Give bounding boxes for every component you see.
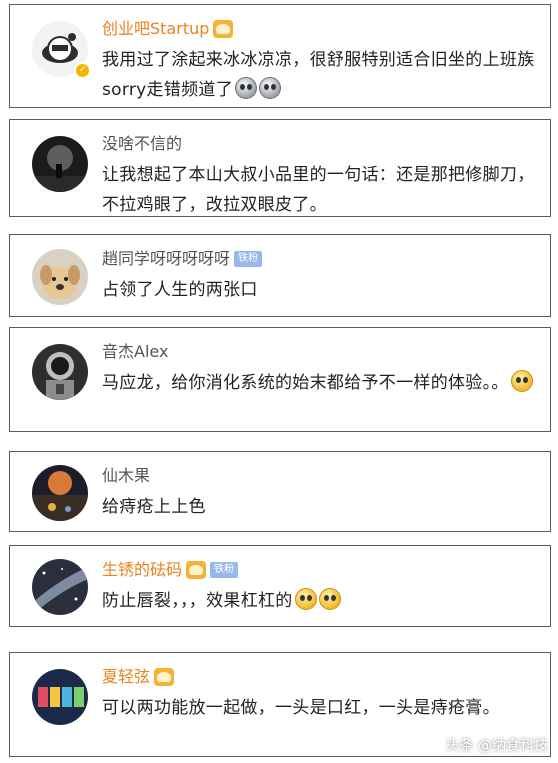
comment-body: 我用过了涂起来冰冰凉凉，很舒服特别适合旧坐的上班族sorry走错频道了 (102, 50, 535, 100)
avatar[interactable] (32, 465, 88, 521)
shocked-face-icon (259, 77, 281, 99)
avatar[interactable] (32, 136, 88, 192)
avatar[interactable] (32, 559, 88, 615)
galaxy-avatar-icon (32, 559, 88, 615)
comment-card: 仙木果 给痔疮上上色 (9, 451, 551, 532)
vip-crown-icon (213, 20, 234, 38)
name-row: 趙同学呀呀呀呀呀 铁粉 (102, 247, 263, 271)
comment-card: 没啥不信的 让我想起了本山大叔小品里的一句话：还是那把修脚刀，不拉鸡眼了，改拉双… (9, 119, 551, 217)
username[interactable]: 创业吧Startup (102, 18, 209, 40)
comment-body: 给痔疮上上色 (102, 497, 206, 517)
comment-text: 可以两功能放一起做，一头是口红，一头是痔疮膏。 (102, 693, 542, 723)
avatar[interactable] (32, 249, 88, 305)
comment-body: 防止唇裂，，，效果杠杠的 (102, 591, 293, 611)
name-row: 夏轻弦 (102, 665, 175, 689)
name-row: 创业吧Startup (102, 17, 234, 41)
vip-crown-icon (154, 668, 175, 686)
username[interactable]: 生锈的砝码 (102, 559, 182, 581)
username[interactable]: 夏轻弦 (102, 666, 150, 688)
username[interactable]: 音杰Alex (102, 341, 168, 363)
avatar[interactable] (32, 344, 88, 400)
comment-body: 可以两功能放一起做，一头是口红，一头是痔疮膏。 (102, 698, 500, 718)
vip-crown-icon (186, 561, 207, 579)
name-row: 生锈的砝码 铁粉 (102, 558, 239, 582)
dog-avatar-icon (32, 249, 88, 305)
night-sky-avatar-icon (32, 136, 88, 192)
comment-body: 占领了人生的两张口 (102, 280, 258, 300)
comment-card: 趙同学呀呀呀呀呀 铁粉 占领了人生的两张口 (9, 234, 551, 317)
year-2015-avatar-icon (32, 669, 88, 725)
watermark: 头条 @纳食科技 (445, 738, 548, 754)
verified-badge-icon: ✓ (74, 62, 91, 79)
comment-card: ✓ 创业吧Startup 我用过了涂起来冰冰凉凉，很舒服特别适合旧坐的上班族so… (9, 4, 551, 108)
fan-badge: 铁粉 (210, 562, 239, 578)
shocked-face-icon (235, 77, 257, 99)
name-row: 没啥不信的 (102, 132, 182, 156)
grin-face-icon (318, 588, 341, 610)
comment-text: 我用过了涂起来冰冰凉凉，很舒服特别适合旧坐的上班族sorry走错频道了 (102, 45, 542, 105)
comment-body: 让我想起了本山大叔小品里的一句话：还是那把修脚刀，不拉鸡眼了，改拉双眼皮了。 (102, 165, 535, 215)
fan-badge: 铁粉 (234, 251, 263, 267)
username[interactable]: 没啥不信的 (102, 133, 182, 155)
comment-card: 音杰Alex 马应龙，给你消化系统的始末都给予不一样的体验。。 (9, 327, 551, 432)
astronaut-avatar-icon (32, 344, 88, 400)
landscape-avatar-icon (32, 465, 88, 521)
comment-text: 给痔疮上上色 (102, 492, 542, 522)
comment-card: 生锈的砝码 铁粉 防止唇裂，，，效果杠杠的 (9, 545, 551, 627)
comment-text: 马应龙，给你消化系统的始末都给予不一样的体验。。 (102, 368, 542, 398)
laugh-cry-face-icon (510, 370, 533, 392)
username[interactable]: 仙木果 (102, 465, 150, 487)
username[interactable]: 趙同学呀呀呀呀呀 (102, 248, 230, 270)
comment-text: 防止唇裂，，，效果杠杠的 (102, 586, 542, 616)
comment-text: 占领了人生的两张口 (102, 275, 542, 305)
name-row: 仙木果 (102, 464, 150, 488)
avatar[interactable] (32, 669, 88, 725)
comment-text: 让我想起了本山大叔小品里的一句话：还是那把修脚刀，不拉鸡眼了，改拉双眼皮了。 (102, 160, 542, 220)
comment-body: 马应龙，给你消化系统的始末都给予不一样的体验。。 (102, 373, 509, 393)
name-row: 音杰Alex (102, 340, 168, 364)
laugh-cry-face-icon (294, 588, 317, 610)
